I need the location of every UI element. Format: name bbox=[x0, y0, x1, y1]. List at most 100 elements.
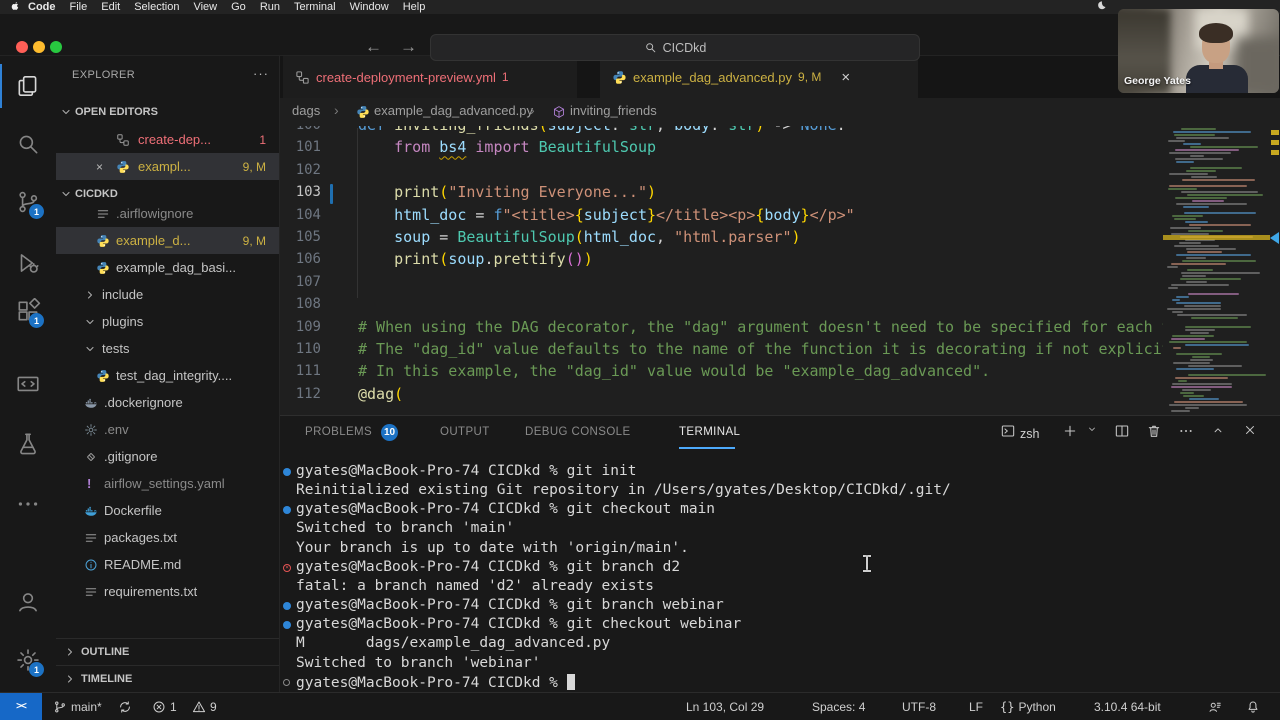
sync-status[interactable] bbox=[118, 693, 132, 720]
terminal-line: gyates@MacBook-Pro-74 CICDkd % git check… bbox=[280, 501, 1280, 520]
titlebar[interactable]: ← → CICDkd bbox=[0, 14, 1280, 61]
maximize-window-button[interactable] bbox=[50, 41, 62, 53]
open-editor-item[interactable]: create-dep... 1 bbox=[56, 126, 279, 153]
tab-create-deployment-preview.yml[interactable]: create-deployment-preview.yml 1 bbox=[283, 56, 577, 98]
panel-tab-output[interactable]: OUTPUT bbox=[440, 426, 490, 438]
terminal-output[interactable]: gyates@MacBook-Pro-74 CICDkd % git init R… bbox=[280, 451, 1280, 693]
git-branch-status[interactable]: main* bbox=[53, 693, 102, 720]
tree-item-plugins[interactable]: plugins bbox=[56, 308, 279, 335]
eol[interactable]: LF bbox=[969, 693, 983, 720]
line-number: 103 bbox=[295, 184, 321, 201]
tree-item-dockerfile[interactable]: Dockerfile bbox=[56, 497, 279, 524]
activity-extensions[interactable]: 1 bbox=[0, 287, 56, 335]
braces-icon: {} bbox=[1000, 699, 1015, 714]
remote-indicator[interactable]: >< bbox=[0, 693, 42, 720]
new-terminal-icon[interactable] bbox=[1062, 423, 1078, 439]
minimize-window-button[interactable] bbox=[33, 41, 45, 53]
activity-remote-explorer[interactable] bbox=[0, 361, 56, 409]
activity-testing[interactable] bbox=[0, 420, 56, 468]
notifications[interactable] bbox=[1246, 693, 1260, 720]
breadcrumb-item-1[interactable]: dags bbox=[292, 103, 320, 118]
menu-item-code[interactable]: Code bbox=[21, 1, 63, 13]
indentation[interactable]: Spaces: 4 bbox=[812, 693, 865, 720]
activity-explorer[interactable] bbox=[0, 62, 56, 110]
tree-item-include[interactable]: include bbox=[56, 281, 279, 308]
folder-label: tests bbox=[102, 341, 130, 356]
activity-source-control[interactable]: 1 bbox=[0, 178, 56, 226]
menu-item-file[interactable]: File bbox=[63, 1, 95, 13]
tree-item--dockerignore[interactable]: .dockerignore bbox=[56, 389, 279, 416]
command-center-search[interactable]: CICDkd bbox=[430, 34, 920, 61]
menu-item-go[interactable]: Go bbox=[224, 1, 253, 13]
terminal-text: fatal: a branch named 'd2' already exist… bbox=[296, 577, 654, 594]
maximize-panel-icon[interactable] bbox=[1211, 423, 1225, 437]
tree-item-example-dag-basi-[interactable]: example_dag_basi... bbox=[56, 254, 279, 281]
tree-item-example-d-[interactable]: example_d... 9, M bbox=[56, 227, 279, 254]
warnings-count[interactable]: 9 bbox=[192, 693, 217, 720]
menu-item-view[interactable]: View bbox=[186, 1, 224, 13]
breadcrumb-item-3[interactable]: inviting_friends bbox=[570, 103, 657, 118]
tree-item-requirements-txt[interactable]: requirements.txt bbox=[56, 578, 279, 605]
tab-example_dag_advanced.py[interactable]: example_dag_advanced.py 9, M × bbox=[600, 56, 918, 98]
terminal-dropdown-icon[interactable] bbox=[1086, 423, 1098, 435]
do-not-disturb-moon-icon[interactable] bbox=[1096, 0, 1107, 14]
list-icon bbox=[96, 207, 110, 221]
menu-item-help[interactable]: Help bbox=[396, 1, 433, 13]
terminal-shell-icon[interactable] bbox=[1000, 423, 1016, 439]
menu-item-edit[interactable]: Edit bbox=[94, 1, 127, 13]
open-editor-item[interactable]: × exampl... 9, M bbox=[56, 153, 279, 180]
menu-item-terminal[interactable]: Terminal bbox=[287, 1, 343, 13]
feedback[interactable] bbox=[1208, 693, 1222, 720]
tree-item-packages-txt[interactable]: packages.txt bbox=[56, 524, 279, 551]
nav-back-icon[interactable]: ← bbox=[365, 37, 382, 57]
tree-item--airflowignore[interactable]: .airflowignore bbox=[56, 200, 279, 227]
tab-close-icon[interactable]: × bbox=[841, 69, 850, 86]
panel-more-actions-icon[interactable] bbox=[1178, 423, 1194, 439]
tree-item-airflow-settings-yaml[interactable]: ! airflow_settings.yaml bbox=[56, 470, 279, 497]
timeline-panel[interactable]: TIMELINE bbox=[56, 665, 279, 692]
close-panel-icon[interactable] bbox=[1243, 423, 1257, 437]
nav-forward-icon[interactable]: → bbox=[400, 37, 417, 57]
panel-tab-debug-console[interactable]: DEBUG CONSOLE bbox=[525, 426, 631, 438]
encoding[interactable]: UTF-8 bbox=[902, 693, 936, 720]
explorer-actions-icon[interactable]: ··· bbox=[253, 66, 269, 81]
file-label: README.md bbox=[104, 557, 182, 572]
activity-settings[interactable]: 1 bbox=[0, 636, 56, 684]
split-terminal-icon[interactable] bbox=[1114, 423, 1130, 439]
menu-item-selection[interactable]: Selection bbox=[127, 1, 186, 13]
outline-panel[interactable]: OUTLINE bbox=[56, 638, 279, 665]
tree-item--gitignore[interactable]: .gitignore bbox=[56, 443, 279, 470]
tree-item-readme-md[interactable]: README.md bbox=[56, 551, 279, 578]
errors-count[interactable]: 1 bbox=[152, 693, 177, 720]
tree-item--env[interactable]: .env bbox=[56, 416, 279, 443]
panel-tab-problems[interactable]: PROBLEMS bbox=[305, 426, 372, 438]
cursor-position[interactable]: Ln 103, Col 29 bbox=[686, 693, 764, 720]
tree-item-tests[interactable]: tests bbox=[56, 335, 279, 362]
minimap[interactable] bbox=[1163, 126, 1270, 415]
open-editors-header[interactable]: OPEN EDITORS bbox=[56, 100, 279, 124]
activity-run-debug[interactable] bbox=[0, 239, 56, 287]
editor-problem-badge: 9, M bbox=[242, 159, 266, 174]
activity-more-actions[interactable] bbox=[0, 480, 56, 528]
close-editor-icon[interactable]: × bbox=[96, 160, 103, 174]
tree-item-test-dag-integrity-[interactable]: test_dag_integrity.... bbox=[56, 362, 279, 389]
terminal-line: Switched to branch 'webinar' bbox=[280, 655, 1280, 674]
shell-label[interactable]: zsh bbox=[1020, 427, 1039, 441]
breadcrumb-item-2[interactable]: example_dag_advanced.py bbox=[374, 103, 533, 118]
language-mode[interactable]: {} Python bbox=[1000, 693, 1056, 720]
kill-terminal-icon[interactable] bbox=[1146, 423, 1162, 439]
python-icon bbox=[612, 70, 627, 85]
terminal-text: Your branch is up to date with 'origin/m… bbox=[296, 539, 689, 556]
code-editor[interactable]: 100 def inviting_friends(subject: str, bo… bbox=[280, 126, 1280, 415]
code-line-108: 108 bbox=[280, 295, 1280, 317]
code-text: # When using the DAG decorator, the "dag… bbox=[358, 317, 1171, 336]
activity-account[interactable] bbox=[0, 578, 56, 626]
panel-tab-terminal[interactable]: TERMINAL bbox=[679, 426, 740, 438]
menu-item-run[interactable]: Run bbox=[253, 1, 287, 13]
activity-search[interactable] bbox=[0, 120, 56, 168]
chevron-down-icon bbox=[60, 106, 72, 118]
python-interpreter[interactable]: 3.10.4 64-bit bbox=[1094, 693, 1161, 720]
menu-item-window[interactable]: Window bbox=[343, 1, 396, 13]
workflow-icon bbox=[116, 133, 130, 147]
close-window-button[interactable] bbox=[16, 41, 28, 53]
